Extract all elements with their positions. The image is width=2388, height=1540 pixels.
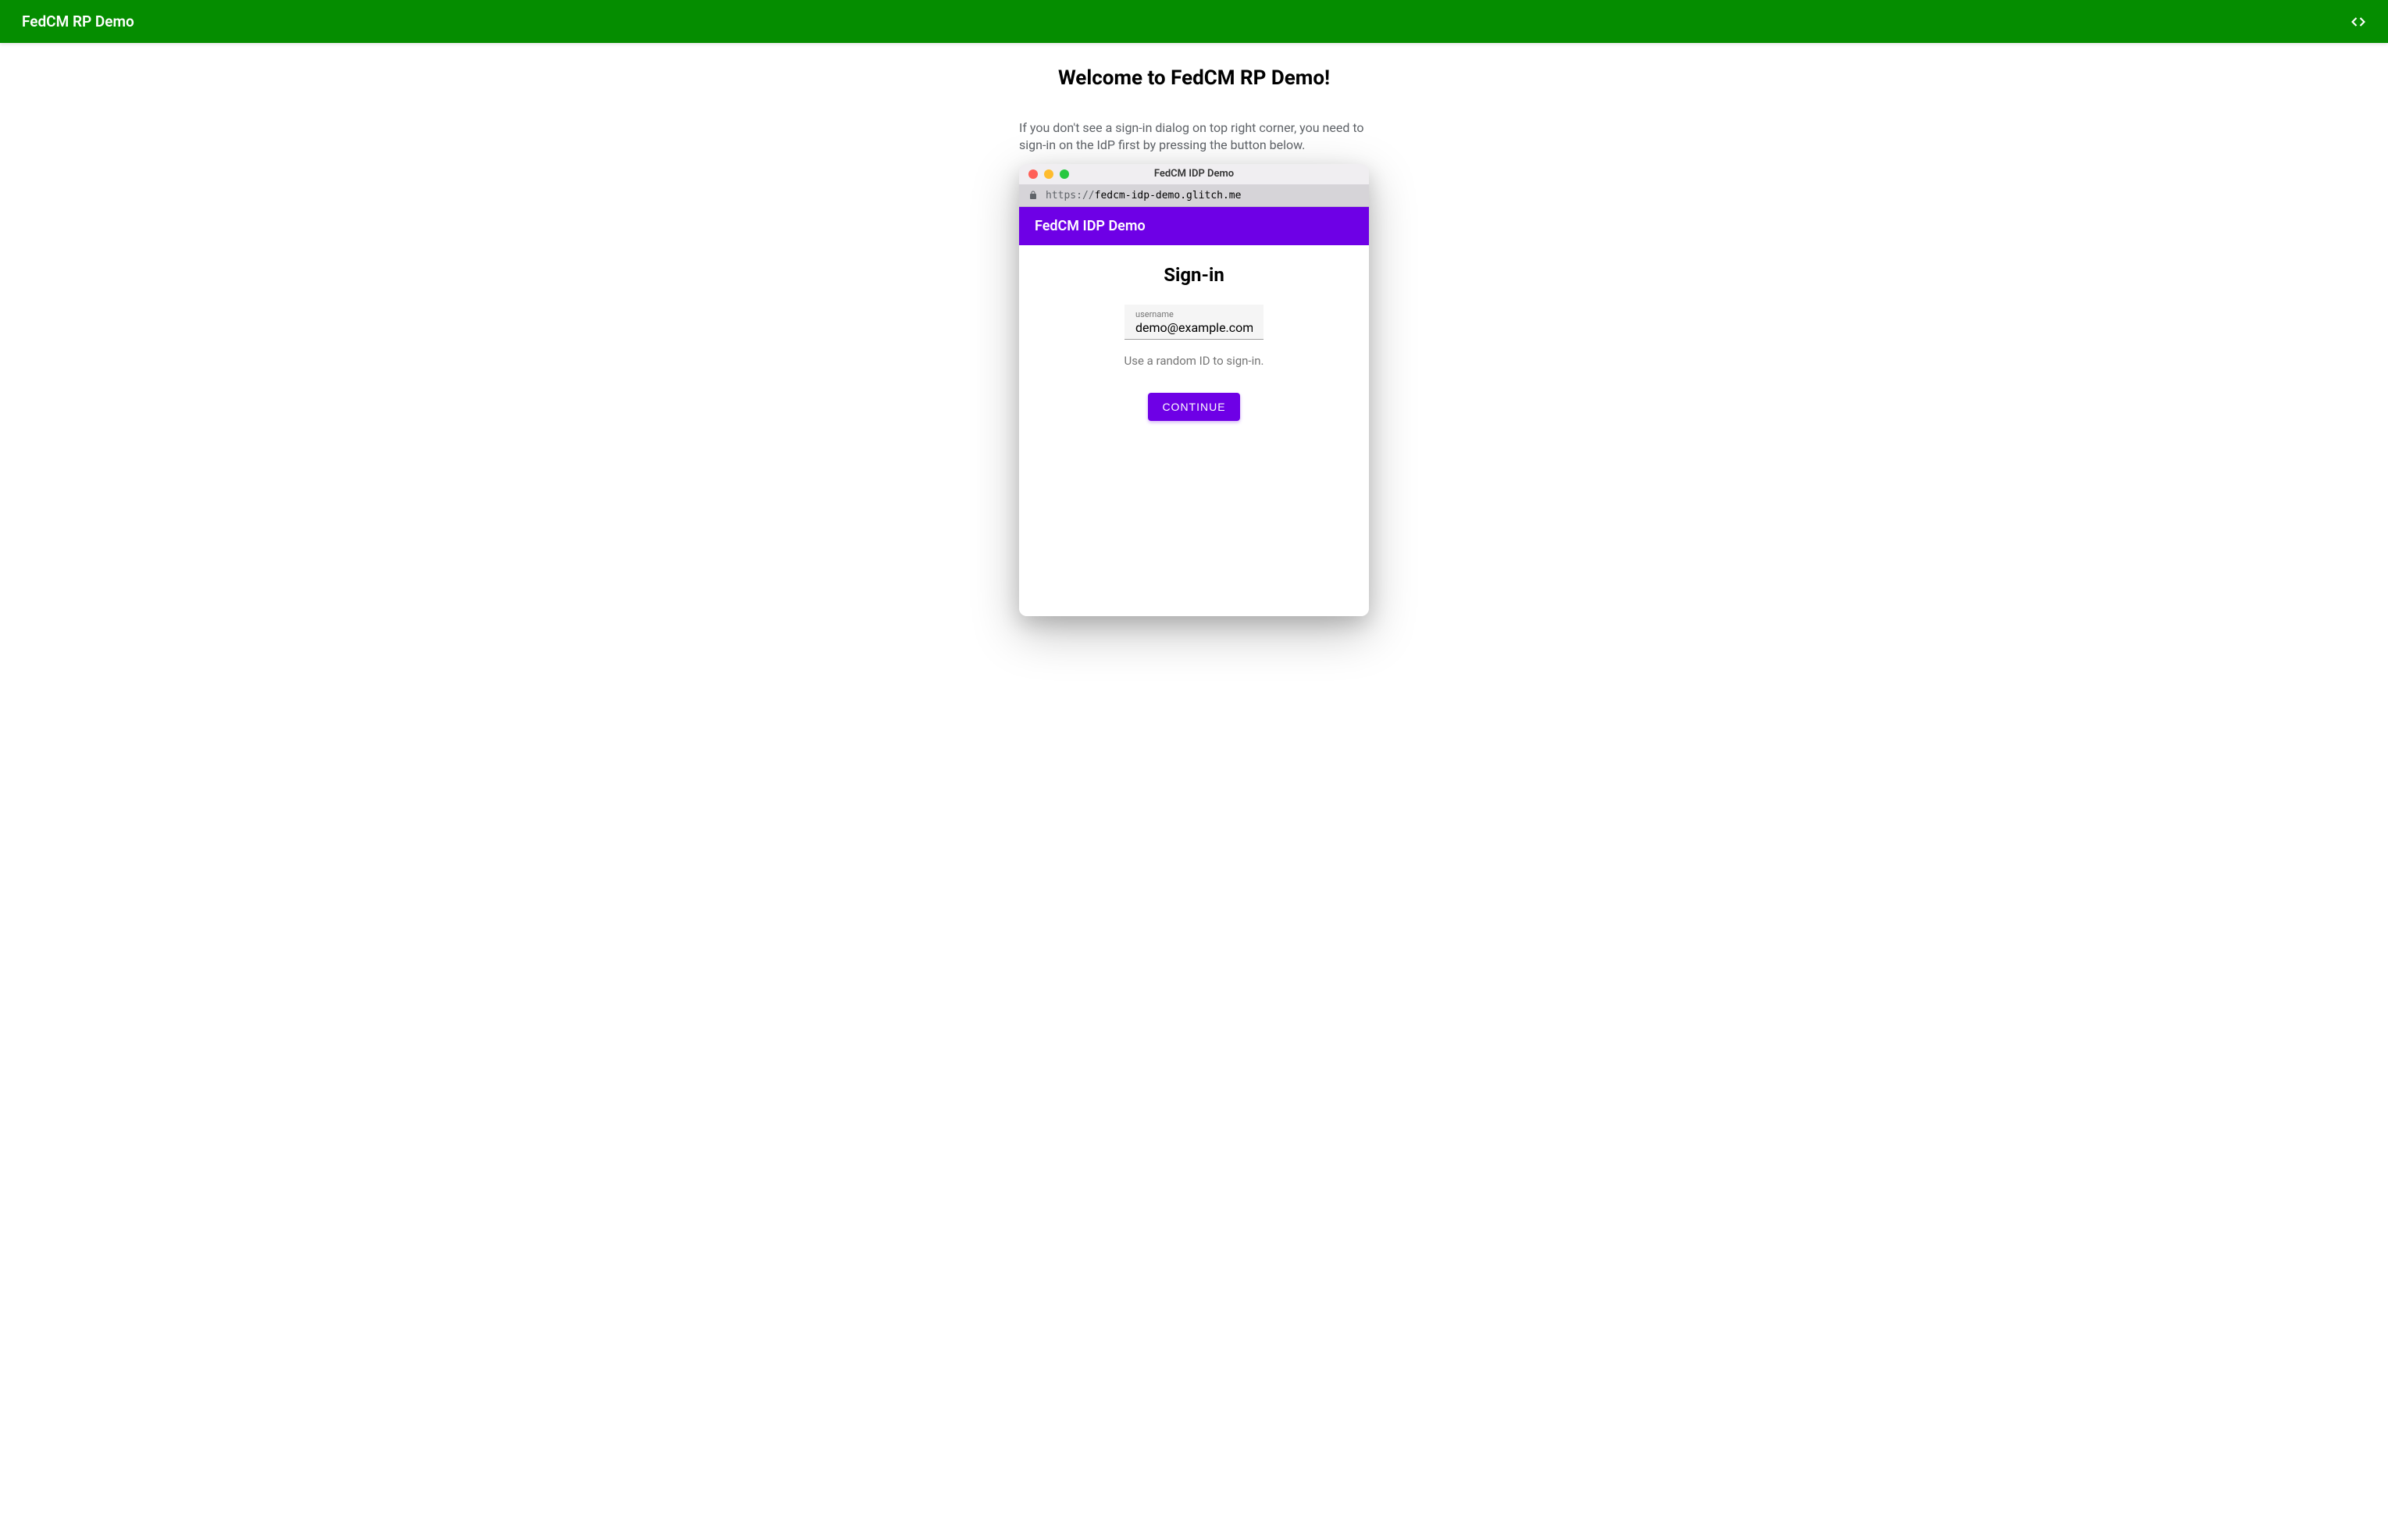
instruction-text: If you don't see a sign-in dialog on top… [1019, 119, 1369, 155]
signin-title: Sign-in [1035, 264, 1353, 286]
welcome-title: Welcome to FedCM RP Demo! [1058, 66, 1330, 90]
main-content: Welcome to FedCM RP Demo! If you don't s… [0, 43, 2388, 616]
url-text: https://fedcm-idp-demo.glitch.me [1046, 190, 1241, 201]
url-protocol: https:// [1046, 190, 1095, 201]
maximize-icon[interactable] [1060, 169, 1069, 179]
username-label: username [1135, 309, 1253, 319]
popup-app-title: FedCM IDP Demo [1035, 218, 1353, 234]
popup-window: FedCM IDP Demo https://fedcm-idp-demo.gl… [1019, 164, 1369, 616]
app-title: FedCM RP Demo [22, 12, 134, 30]
username-field-wrapper[interactable]: username [1124, 305, 1264, 340]
close-icon[interactable] [1028, 169, 1038, 179]
popup-window-title: FedCM IDP Demo [1154, 168, 1234, 180]
signin-hint: Use a random ID to sign-in. [1035, 354, 1353, 368]
url-host: fedcm-idp-demo.glitch.me [1095, 190, 1242, 201]
chevron-left-right-icon [2351, 14, 2366, 30]
username-input[interactable] [1135, 320, 1253, 335]
window-titlebar: FedCM IDP Demo [1019, 164, 1369, 185]
traffic-lights [1028, 169, 1069, 179]
code-icon[interactable] [2351, 14, 2366, 30]
address-bar: https://fedcm-idp-demo.glitch.me [1019, 185, 1369, 207]
popup-app-header: FedCM IDP Demo [1019, 207, 1369, 245]
app-header: FedCM RP Demo [0, 0, 2388, 43]
minimize-icon[interactable] [1044, 169, 1053, 179]
popup-body: Sign-in username Use a random ID to sign… [1019, 245, 1369, 616]
lock-icon [1028, 191, 1038, 200]
continue-button[interactable]: CONTINUE [1148, 393, 1239, 421]
